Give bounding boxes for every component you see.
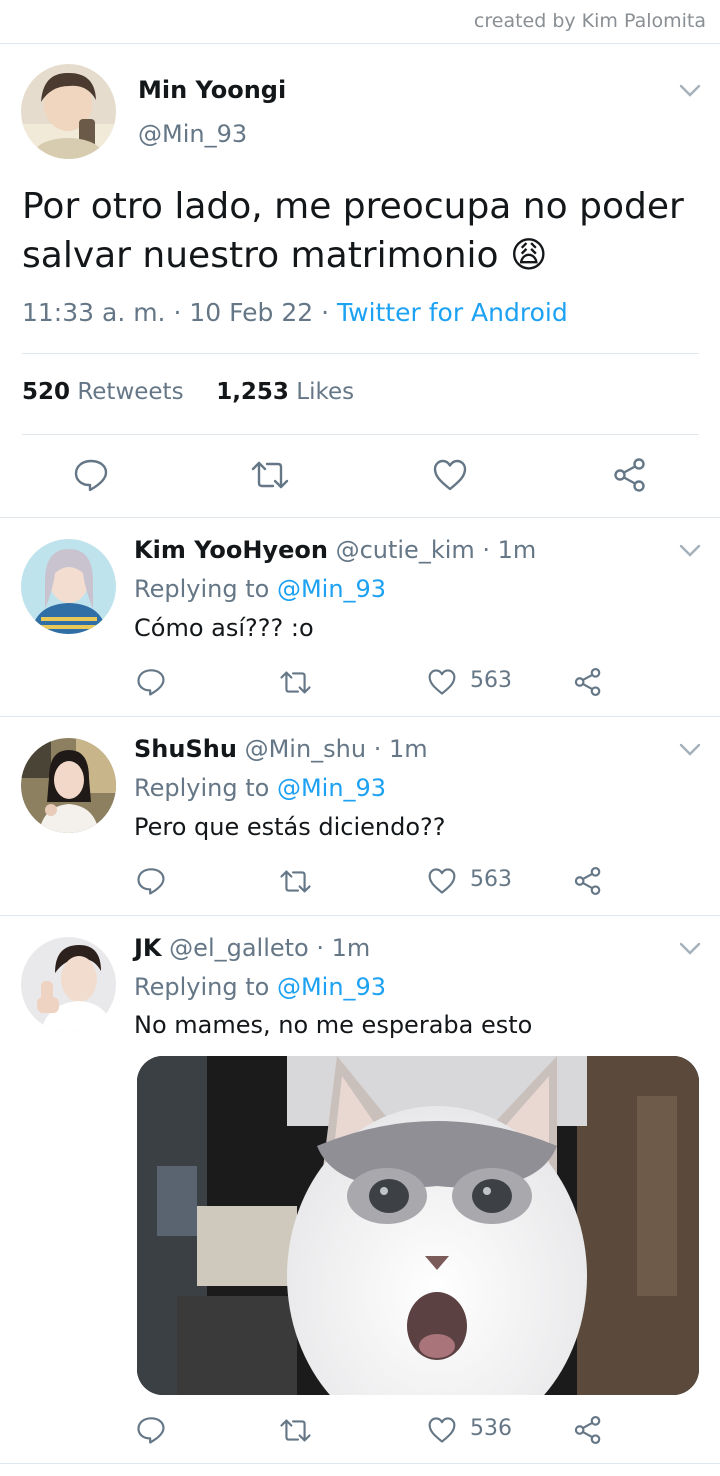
share-icon[interactable]	[573, 1415, 603, 1445]
share-icon[interactable]	[573, 667, 603, 697]
avatar[interactable]	[21, 539, 116, 634]
replying-to: Replying to @Min_93	[134, 575, 387, 603]
avatar[interactable]	[21, 738, 116, 833]
tweet-media-image[interactable]	[137, 1056, 699, 1395]
chevron-down-icon[interactable]	[679, 942, 701, 956]
reply-icon[interactable]	[136, 1415, 166, 1445]
reply-text: Pero que estás diciendo??	[134, 813, 446, 841]
reply-icon[interactable]	[136, 866, 166, 896]
author-handle-time[interactable]: @Min_shu · 1m	[245, 735, 428, 763]
retweet-icon[interactable]	[279, 669, 312, 696]
reply-header: Kim YooHyeon @cutie_kim · 1m	[134, 536, 536, 564]
like-count: 563	[470, 867, 512, 892]
author-handle-time[interactable]: @cutie_kim · 1m	[336, 536, 537, 564]
divider	[0, 1463, 720, 1464]
retweet-icon[interactable]	[250, 459, 290, 491]
divider	[0, 43, 720, 44]
retweet-icon[interactable]	[279, 1417, 312, 1444]
retweet-icon[interactable]	[279, 868, 312, 895]
like-icon[interactable]	[427, 1416, 457, 1444]
author-name[interactable]: Kim YooHyeon	[134, 536, 328, 564]
divider	[0, 915, 720, 916]
reply-header: ShuShu @Min_shu · 1m	[134, 735, 428, 763]
author-name[interactable]: ShuShu	[134, 735, 237, 763]
tweet-source-link[interactable]: Twitter for Android	[337, 298, 568, 327]
like-count: 536	[470, 1416, 512, 1441]
tweet-meta: 11:33 a. m. · 10 Feb 22 · Twitter for An…	[22, 298, 568, 327]
share-icon[interactable]	[612, 457, 648, 493]
divider	[22, 434, 699, 435]
engagement-stats: 520 Retweets 1,253 Likes	[22, 379, 354, 405]
chevron-down-icon[interactable]	[679, 743, 701, 757]
reply-icon[interactable]	[73, 457, 109, 493]
author-handle-time[interactable]: @el_galleto · 1m	[169, 934, 370, 962]
like-icon[interactable]	[427, 668, 457, 696]
weary-emoji: 😩	[510, 235, 548, 276]
reply-text: Cómo así??? :o	[134, 614, 314, 642]
mention-link[interactable]: @Min_93	[277, 774, 386, 802]
author-name[interactable]: JK	[134, 934, 162, 962]
chevron-down-icon[interactable]	[679, 84, 701, 98]
avatar[interactable]	[21, 937, 116, 1032]
credit-label: created by Kim Palomita	[473, 10, 706, 32]
divider	[0, 716, 720, 717]
tweet-text-line-1: Por otro lado, me preocupa no poder	[22, 186, 684, 227]
author-handle[interactable]: @Min_93	[138, 120, 247, 148]
like-icon[interactable]	[432, 458, 468, 492]
author-name[interactable]: Min Yoongi	[138, 76, 286, 104]
tweet-timestamp[interactable]: 11:33 a. m. · 10 Feb 22 ·	[22, 298, 329, 327]
avatar[interactable]	[21, 64, 116, 159]
reply-header: JK @el_galleto · 1m	[134, 934, 370, 962]
divider	[22, 353, 699, 354]
share-icon[interactable]	[573, 866, 603, 896]
like-icon[interactable]	[427, 867, 457, 895]
replying-to: Replying to @Min_93	[134, 774, 387, 802]
retweet-stat[interactable]: 520 Retweets	[22, 379, 184, 405]
reply-icon[interactable]	[136, 667, 166, 697]
mention-link[interactable]: @Min_93	[277, 973, 386, 1001]
reply-text: No mames, no me esperaba esto	[134, 1011, 533, 1039]
tweet-text-line-2: salvar nuestro matrimonio 😩	[22, 235, 548, 276]
chevron-down-icon[interactable]	[679, 544, 701, 558]
like-count: 563	[470, 668, 512, 693]
divider	[0, 517, 720, 518]
replying-to: Replying to @Min_93	[134, 973, 387, 1001]
likes-stat[interactable]: 1,253 Likes	[216, 379, 354, 405]
mention-link[interactable]: @Min_93	[277, 575, 386, 603]
